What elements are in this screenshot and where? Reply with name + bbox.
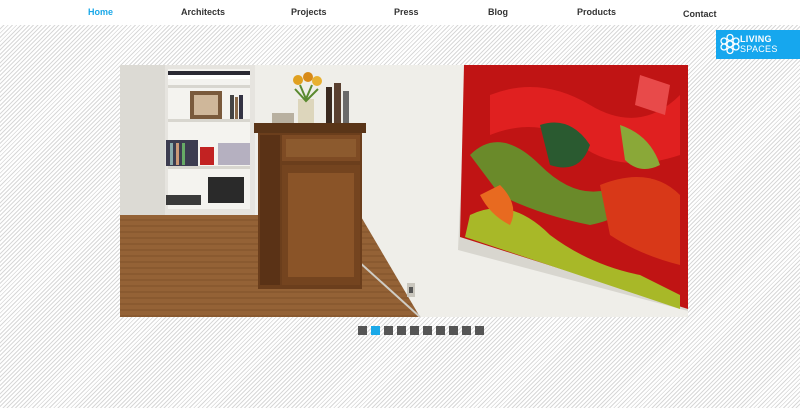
nav-blog[interactable]: Blog [488,7,508,17]
nav-press[interactable]: Press [394,7,419,17]
slide-dot-4[interactable] [397,326,406,335]
slide-dot-3[interactable] [384,326,393,335]
top-navigation-bar: Home Architects Projects Press Blog Prod… [0,0,800,25]
living-spaces-logo[interactable]: LIVING SPACES [716,30,800,59]
logo-text-line1: LIVING [740,34,772,44]
nav-architects[interactable]: Architects [181,7,225,17]
slide-dot-2[interactable] [371,326,380,335]
slide-dot-8[interactable] [449,326,458,335]
slide-dot-6[interactable] [423,326,432,335]
nav-products[interactable]: Products [577,7,616,17]
logo-text-line2: SPACES [740,44,778,54]
slide-dot-5[interactable] [410,326,419,335]
slide-dot-1[interactable] [358,326,367,335]
hero-slide-image[interactable] [120,65,688,317]
slide-dot-9[interactable] [462,326,471,335]
nav-projects[interactable]: Projects [291,7,327,17]
slide-dot-7[interactable] [436,326,445,335]
slideshow-pager [358,326,484,335]
interior-photo [120,65,688,317]
nav-home[interactable]: Home [88,7,113,17]
nav-contact[interactable]: Contact [683,9,717,19]
slide-dot-10[interactable] [475,326,484,335]
flower-logo-icon [720,33,740,55]
